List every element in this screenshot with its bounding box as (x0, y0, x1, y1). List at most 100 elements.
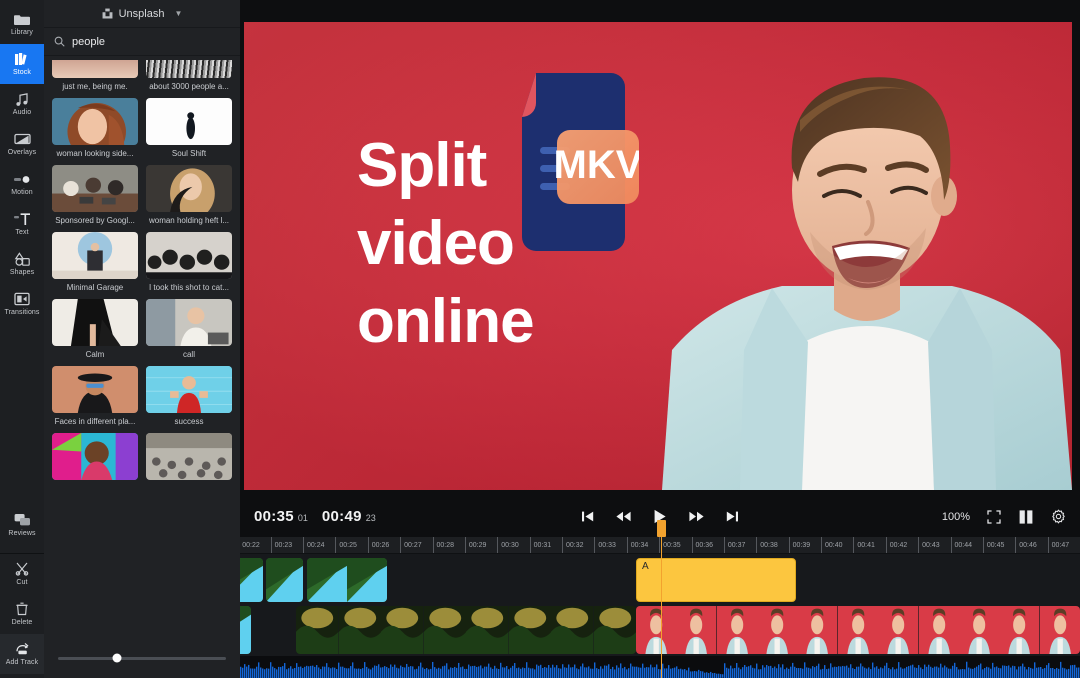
sidebar-item-transitions[interactable]: Transitions (0, 284, 44, 324)
stock-item[interactable]: call (146, 299, 232, 360)
motion-icon (14, 171, 31, 187)
timeline-tick: 00:22 (238, 537, 260, 554)
timeline-tick: 00:23 (271, 537, 293, 554)
playhead-handle[interactable] (657, 520, 666, 537)
chat-bubbles-icon (14, 512, 31, 528)
sidebar-item-label: Cut (16, 579, 27, 587)
stock-item-caption: Soul Shift (146, 148, 232, 159)
text-t-icon (14, 211, 31, 227)
timeline-tick: 00:34 (627, 537, 649, 554)
stock-item[interactable]: just me, being me. (52, 60, 138, 92)
stock-item-caption: Faces in different pla... (52, 416, 138, 427)
timeline-video-clip[interactable] (636, 606, 1080, 654)
sidebar-item-library[interactable]: Library (0, 4, 44, 44)
stock-item-thumbnail (146, 165, 232, 212)
preview-zoom-level[interactable]: 100% (942, 511, 970, 523)
split-view-icon[interactable] (1018, 509, 1034, 525)
stock-item[interactable]: Soul Shift (146, 98, 232, 159)
stock-item[interactable] (146, 433, 232, 480)
stock-item[interactable]: woman holding heft l... (146, 165, 232, 226)
stock-source-dropdown[interactable]: Unsplash ▼ (44, 0, 240, 28)
stock-item-thumbnail (146, 366, 232, 413)
gear-icon[interactable] (1051, 509, 1066, 524)
sidebar-item-label: Library (11, 29, 33, 37)
overlay-title-text[interactable]: Split video online (357, 127, 657, 361)
timeline-tick: 00:44 (951, 537, 973, 554)
stock-results-scroll[interactable]: just me, being me.about 3000 people a...… (44, 56, 240, 638)
stock-item[interactable]: Calm (52, 299, 138, 360)
stock-item[interactable] (52, 433, 138, 480)
stock-item-caption: woman looking side... (52, 148, 138, 159)
search-icon (54, 36, 65, 47)
current-time-display: 00:35 01 (254, 508, 308, 525)
sidebar-item-label: Transitions (4, 309, 39, 317)
timeline-tick: 00:26 (368, 537, 390, 554)
sidebar-item-label: Overlays (8, 149, 36, 157)
slider-knob[interactable] (112, 654, 121, 663)
skip-to-start-button[interactable] (581, 510, 594, 523)
video-canvas[interactable]: MKV Split video online (244, 22, 1072, 490)
stock-item[interactable]: I took this shot to cat... (146, 232, 232, 293)
timeline-tick: 00:40 (821, 537, 843, 554)
stock-item-caption: success (146, 416, 232, 427)
current-frames-value: 01 (298, 513, 308, 523)
timeline-tick: 00:24 (303, 537, 325, 554)
timeline-tick: 00:45 (983, 537, 1005, 554)
stock-item[interactable]: success (146, 366, 232, 427)
stock-search-row (44, 28, 240, 56)
overlay-title-line: Split (357, 127, 657, 205)
sidebar-item-label: Shapes (10, 269, 34, 277)
timeline-tick: 00:42 (886, 537, 908, 554)
sidebar-item-text[interactable]: Text (0, 204, 44, 244)
rewind-button[interactable] (616, 511, 631, 522)
chevron-down-icon: ▼ (174, 9, 182, 18)
timeline-tick: 00:35 (659, 537, 681, 554)
timeline-delete-button[interactable]: Delete (0, 594, 44, 634)
timeline-tick: 00:39 (789, 537, 811, 554)
timeline-add-track-button[interactable]: Add Track (0, 634, 44, 674)
sidebar-item-label: Delete (12, 619, 33, 627)
timeline-cut-button[interactable]: Cut (0, 554, 44, 594)
sidebar-item-reviews[interactable]: Reviews (0, 505, 44, 545)
overlay-title-line: video (357, 205, 657, 283)
books-icon (14, 51, 30, 67)
sidebar-item-label: Add Track (6, 659, 38, 667)
timeline-video-clip[interactable] (266, 558, 303, 602)
thumbnail-size-slider-row (44, 638, 240, 678)
stock-item[interactable]: Faces in different pla... (52, 366, 138, 427)
stock-item[interactable]: Sponsored by Googl... (52, 165, 138, 226)
overlay-title-line: online (357, 283, 657, 361)
sidebar-item-shapes[interactable]: Shapes (0, 244, 44, 284)
fast-forward-button[interactable] (689, 511, 704, 522)
stock-item-thumbnail (146, 232, 232, 279)
stock-item-thumbnail (146, 299, 232, 346)
video-preview-area: MKV Split video online (240, 0, 1080, 496)
stock-item-caption: call (146, 349, 232, 360)
sidebar-item-overlays[interactable]: Overlays (0, 124, 44, 164)
stock-item-thumbnail (146, 433, 232, 480)
timeline-tick: 00:37 (724, 537, 746, 554)
timeline-video-clip[interactable] (296, 606, 636, 654)
stock-item-thumbnail (52, 165, 138, 212)
timeline-tick: 00:28 (433, 537, 455, 554)
skip-to-end-button[interactable] (726, 510, 739, 523)
sidebar-item-motion[interactable]: Motion (0, 164, 44, 204)
unsplash-icon (102, 8, 113, 19)
sidebar-item-stock[interactable]: Stock (0, 44, 44, 84)
timeline-tick: 00:33 (594, 537, 616, 554)
stock-item[interactable]: woman looking side... (52, 98, 138, 159)
timeline-playhead[interactable] (661, 537, 662, 678)
rail-top-group: Library Stock (0, 0, 44, 324)
thumbnail-size-slider[interactable] (58, 657, 226, 660)
fullscreen-icon[interactable] (987, 510, 1001, 524)
total-time-display: 00:49 23 (322, 508, 376, 525)
music-note-icon (14, 91, 30, 107)
timeline-tick: 00:47 (1048, 537, 1070, 554)
stock-search-input[interactable] (72, 36, 230, 48)
sidebar-item-audio[interactable]: Audio (0, 84, 44, 124)
timeline-text-clip[interactable]: A (636, 558, 796, 602)
timeline-video-clip[interactable] (307, 558, 387, 602)
stock-item[interactable]: Minimal Garage (52, 232, 138, 293)
overlay-rect-icon (14, 131, 31, 147)
stock-item[interactable]: about 3000 people a... (146, 60, 232, 92)
